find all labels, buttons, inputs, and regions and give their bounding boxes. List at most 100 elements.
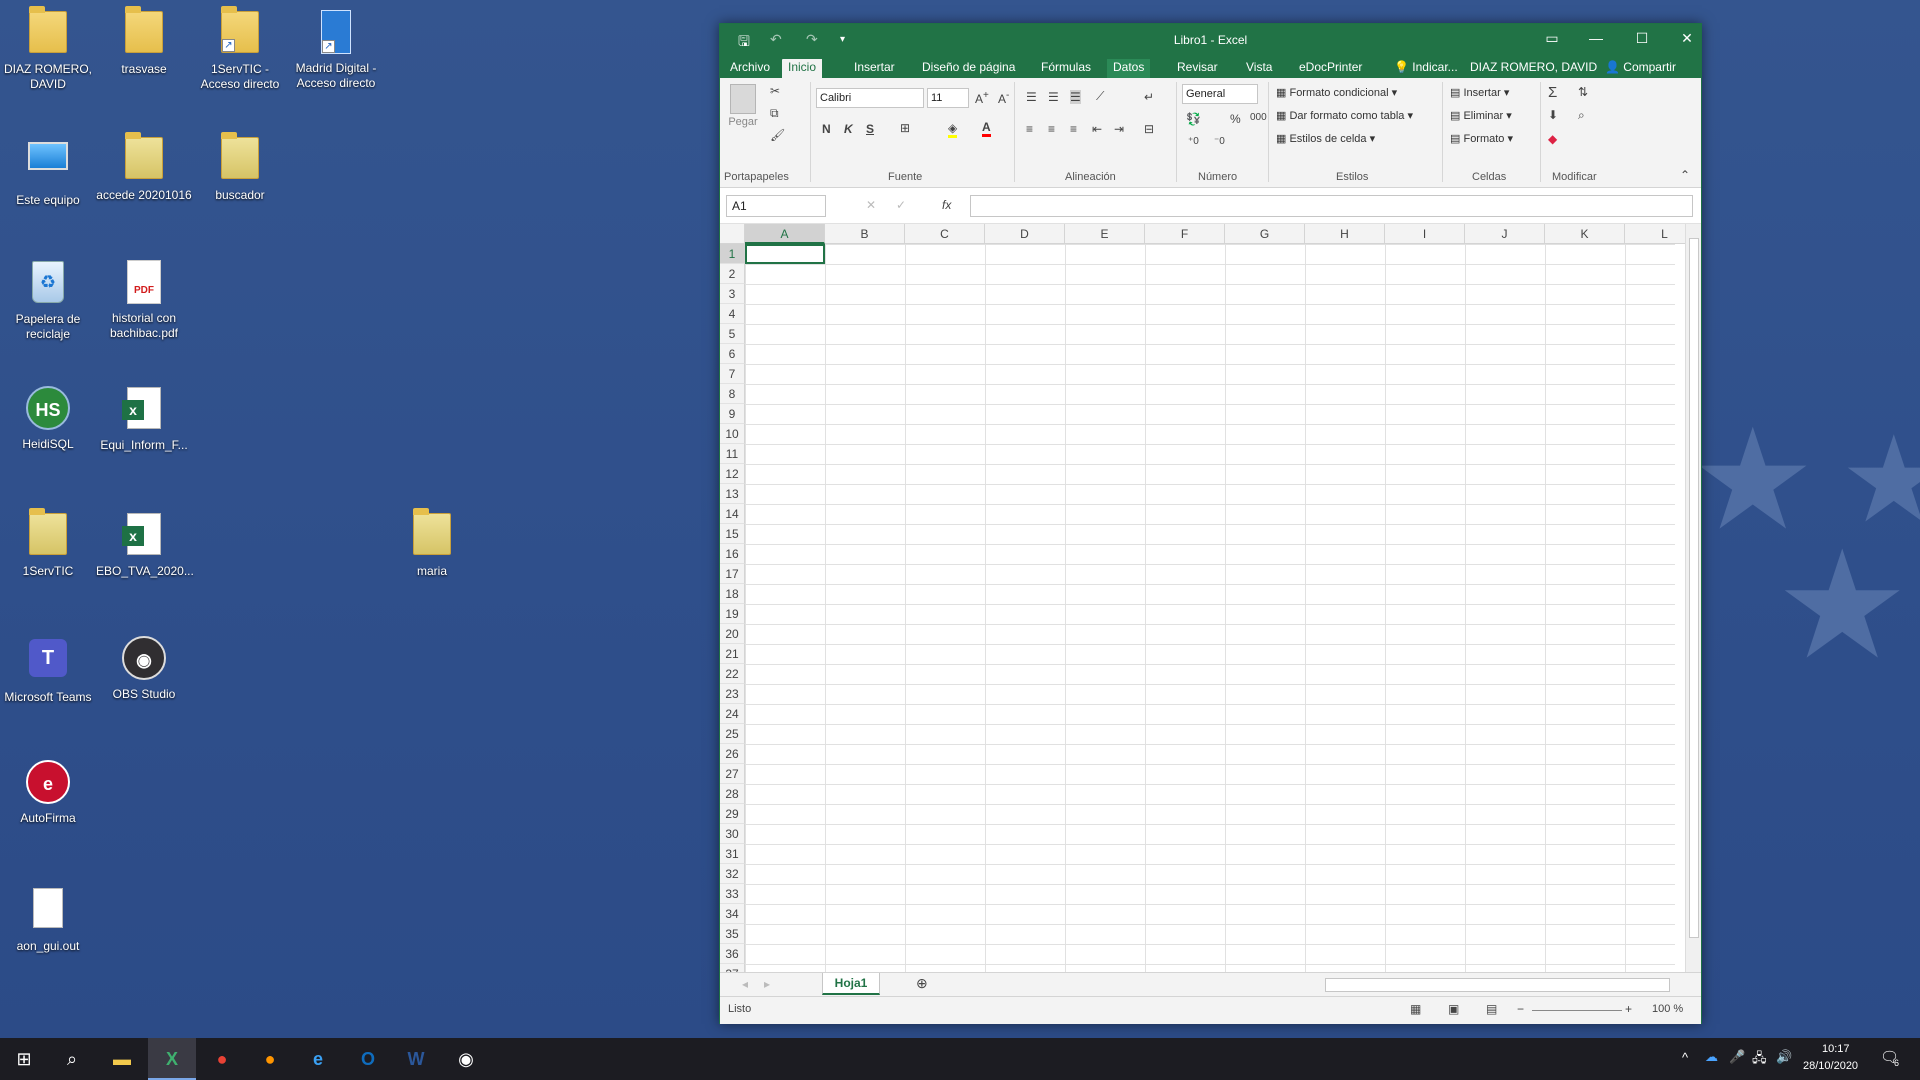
fill-color-icon[interactable]: ◈ [948, 121, 958, 138]
align-bottom-icon[interactable]: ☰ [1070, 90, 1081, 104]
maximize-button[interactable]: ☐ [1627, 30, 1657, 47]
desktop-icon-user-folder[interactable]: DIAZ ROMERO, DAVID [0, 6, 96, 92]
tab-revisar[interactable]: Revisar [1171, 59, 1224, 78]
column-header[interactable]: H [1305, 224, 1385, 244]
start-button[interactable]: ⊞ [0, 1038, 48, 1080]
user-name[interactable]: DIAZ ROMERO, DAVID [1464, 59, 1603, 78]
cancel-entry-icon[interactable]: ✕ [866, 198, 876, 212]
minimize-button[interactable]: — [1581, 30, 1611, 46]
row-header[interactable]: 5 [720, 324, 745, 344]
desktop-icon-pdf[interactable]: PDF historial con bachibac.pdf [96, 258, 192, 341]
chrome-icon[interactable]: ● [198, 1038, 246, 1080]
row-header[interactable]: 18 [720, 584, 745, 604]
clock-date[interactable]: 28/10/2020 [1803, 1060, 1858, 1072]
tab-diseno-pagina[interactable]: Diseño de página [916, 59, 1021, 78]
tell-me-search[interactable]: 💡 Indicar... [1388, 59, 1464, 78]
row-header[interactable]: 9 [720, 404, 745, 424]
delete-cells-button[interactable]: ▤ Eliminar ▾ [1450, 109, 1512, 122]
row-header[interactable]: 29 [720, 804, 745, 824]
desktop-icon-1servtic[interactable]: 1ServTIC [0, 508, 96, 579]
row-header[interactable]: 8 [720, 384, 745, 404]
desktop-icon-equi-inform[interactable]: x Equi_Inform_F... [96, 384, 192, 453]
prev-sheet-icon[interactable]: ◂ [742, 977, 748, 991]
row-header[interactable]: 34 [720, 904, 745, 924]
column-header[interactable]: B [825, 224, 905, 244]
row-header[interactable]: 35 [720, 924, 745, 944]
obs-taskbar-icon[interactable]: ◉ [442, 1038, 490, 1080]
increase-decimal-icon[interactable]: ⁺0 [1188, 136, 1199, 147]
excel-taskbar-icon[interactable]: X [148, 1038, 196, 1080]
column-header[interactable]: C [905, 224, 985, 244]
wrap-text-icon[interactable]: ↵ [1144, 90, 1154, 104]
row-header[interactable]: 28 [720, 784, 745, 804]
desktop-icon-recycle-bin[interactable]: ♻ Papelera de reciclaje [0, 258, 96, 342]
row-header[interactable]: 10 [720, 424, 745, 444]
row-header[interactable]: 21 [720, 644, 745, 664]
desktop-icon-maria[interactable]: maria [384, 508, 480, 579]
share-button[interactable]: 👤 Compartir [1599, 59, 1682, 78]
bold-button[interactable]: N [822, 122, 831, 136]
desktop-icon-heidisql[interactable]: HS HeidiSQL [0, 384, 96, 452]
cell-styles-button[interactable]: ▦ Estilos de celda ▾ [1276, 132, 1375, 145]
vertical-scrollbar[interactable] [1685, 224, 1701, 972]
tab-vista[interactable]: Vista [1240, 59, 1278, 78]
tray-overflow-icon[interactable]: ^ [1682, 1050, 1688, 1065]
desktop-icon-autofirma[interactable]: e AutoFirma [0, 758, 96, 826]
font-color-icon[interactable]: A [982, 120, 991, 137]
column-header[interactable]: A [745, 224, 825, 244]
row-header[interactable]: 7 [720, 364, 745, 384]
row-header[interactable]: 4 [720, 304, 745, 324]
row-header[interactable]: 3 [720, 284, 745, 304]
row-header[interactable]: 16 [720, 544, 745, 564]
row-header[interactable]: 26 [720, 744, 745, 764]
word-icon[interactable]: W [392, 1038, 440, 1080]
fill-icon[interactable]: ⬇ [1548, 108, 1558, 122]
desktop-icon-obs[interactable]: ◉ OBS Studio [96, 634, 192, 702]
row-header[interactable]: 36 [720, 944, 745, 964]
column-header[interactable]: I [1385, 224, 1465, 244]
internet-explorer-icon[interactable]: e [294, 1038, 342, 1080]
name-box[interactable]: A1 [726, 195, 826, 217]
row-header[interactable]: 14 [720, 504, 745, 524]
clock-time[interactable]: 10:17 [1822, 1043, 1850, 1055]
normal-view-icon[interactable]: ▦ [1410, 1002, 1421, 1016]
column-header[interactable]: G [1225, 224, 1305, 244]
add-sheet-icon[interactable]: ⊕ [916, 975, 928, 992]
desktop-icon-trasvase[interactable]: trasvase [96, 6, 192, 77]
format-painter-icon[interactable]: 🖌 [770, 128, 785, 142]
increase-indent-icon[interactable]: ⇥ [1114, 122, 1124, 136]
cell-area[interactable] [745, 244, 1675, 972]
row-header[interactable]: 12 [720, 464, 745, 484]
collapse-ribbon-icon[interactable]: ⌃ [1680, 168, 1690, 182]
zoom-slider[interactable] [1532, 1010, 1622, 1011]
desktop-icon-aon-gui[interactable]: aon_gui.out [0, 884, 96, 954]
page-layout-icon[interactable]: ▣ [1448, 1002, 1459, 1016]
row-header[interactable]: 32 [720, 864, 745, 884]
row-header[interactable]: 25 [720, 724, 745, 744]
column-header[interactable]: F [1145, 224, 1225, 244]
enter-entry-icon[interactable]: ✓ [896, 198, 906, 212]
row-header[interactable]: 31 [720, 844, 745, 864]
row-header[interactable]: 23 [720, 684, 745, 704]
desktop-icon-teams[interactable]: T Microsoft Teams [0, 634, 96, 705]
conditional-format-button[interactable]: ▦ Formato condicional ▾ [1276, 86, 1397, 99]
desktop-icon-madrid-digital[interactable]: ↗ Madrid Digital - Acceso directo [288, 8, 384, 91]
paste-button[interactable]: Pegar [726, 84, 760, 144]
tab-datos[interactable]: Datos [1107, 59, 1151, 78]
page-break-icon[interactable]: ▤ [1486, 1002, 1497, 1016]
borders-icon[interactable]: ⊞ [900, 121, 910, 135]
align-left-icon[interactable]: ≡ [1026, 122, 1033, 136]
decrease-decimal-icon[interactable]: ⁻0 [1214, 136, 1225, 147]
horizontal-scrollbar[interactable] [1325, 978, 1670, 992]
format-as-table-button[interactable]: ▦ Dar formato como tabla ▾ [1276, 109, 1413, 122]
select-all-corner[interactable] [720, 224, 745, 244]
row-header[interactable]: 24 [720, 704, 745, 724]
column-header[interactable]: J [1465, 224, 1545, 244]
desktop-icon-buscador[interactable]: buscador [192, 132, 288, 203]
row-header[interactable]: 13 [720, 484, 745, 504]
formula-input[interactable] [970, 195, 1693, 217]
column-header[interactable]: K [1545, 224, 1625, 244]
active-cell[interactable] [745, 244, 825, 264]
align-top-icon[interactable]: ☰ [1026, 90, 1037, 104]
align-middle-icon[interactable]: ☰ [1048, 90, 1059, 104]
